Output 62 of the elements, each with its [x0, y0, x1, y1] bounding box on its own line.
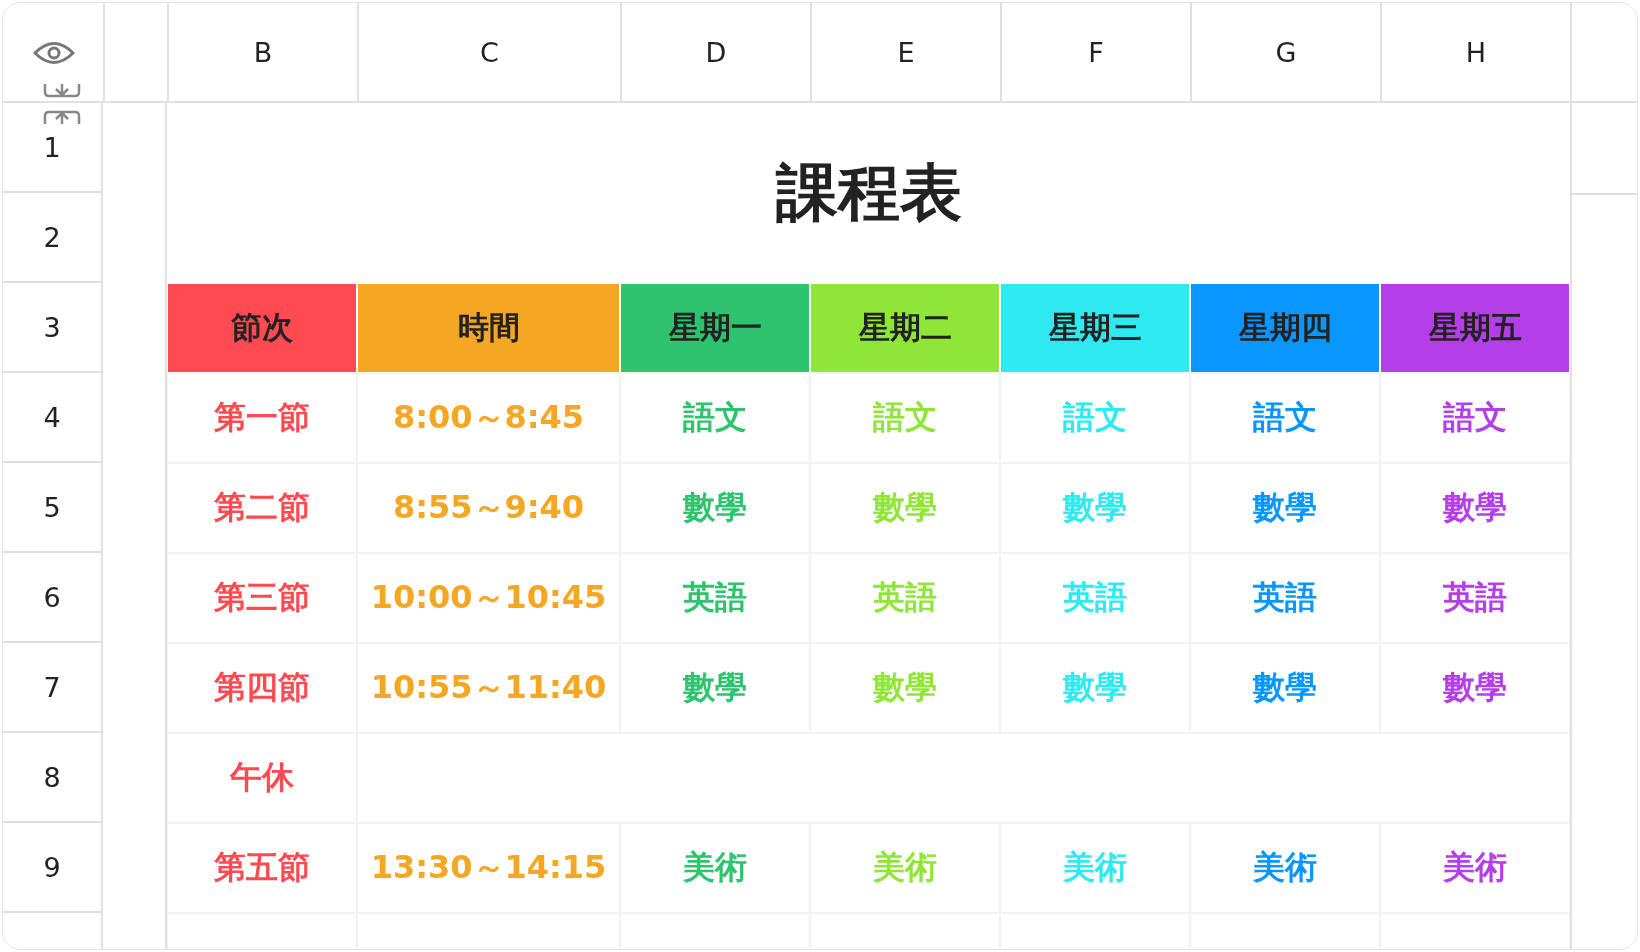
- period-label: 第四節: [214, 667, 310, 708]
- subject-label: 語文: [1443, 397, 1507, 438]
- subject-label: 數學: [1253, 667, 1317, 708]
- column-header[interactable]: H: [1382, 3, 1572, 101]
- period-label: 第一節: [214, 397, 310, 438]
- row-header[interactable]: 1: [3, 103, 103, 193]
- row-header[interactable]: 6: [3, 553, 103, 643]
- row-header[interactable]: 5: [3, 463, 103, 553]
- time-range: 10:55～11:40: [370, 667, 607, 708]
- subject-label: 英語: [683, 577, 747, 618]
- row-header[interactable]: 7: [3, 643, 103, 733]
- time-range: 13:30～14:15: [370, 847, 607, 888]
- row-header[interactable]: 9: [3, 823, 103, 913]
- row-header[interactable]: 2: [3, 193, 103, 283]
- row-header[interactable]: 4: [3, 373, 103, 463]
- subject-label: 美術: [1443, 847, 1507, 888]
- subject-label: 美術: [1063, 847, 1127, 888]
- time-range: 8:00～8:45: [392, 397, 585, 438]
- subject-label: 英語: [1443, 577, 1507, 618]
- period-label: 第二節: [214, 487, 310, 528]
- subject-label: 數學: [683, 667, 747, 708]
- subject-label: 美術: [873, 847, 937, 888]
- subject-label: 數學: [1253, 487, 1317, 528]
- table-header-cell: 星期四: [1190, 283, 1380, 373]
- row-header[interactable]: 8: [3, 733, 103, 823]
- subject-label: 英語: [1253, 577, 1317, 618]
- subject-label: 數學: [683, 487, 747, 528]
- subject-label: 數學: [1443, 487, 1507, 528]
- table-header-cell: 節次: [167, 283, 357, 373]
- subject-label: 數學: [873, 667, 937, 708]
- table-header-cell: 時間: [357, 283, 620, 373]
- subject-label: 語文: [1253, 397, 1317, 438]
- period-label: 第五節: [214, 847, 310, 888]
- column-header[interactable]: C: [359, 3, 622, 101]
- sheet-title: 課程表: [775, 155, 962, 231]
- column-header[interactable]: G: [1192, 3, 1382, 101]
- subject-label: 數學: [1063, 667, 1127, 708]
- break-label: 午休: [230, 757, 294, 798]
- table-header-cell: 星期五: [1380, 283, 1570, 373]
- subject-label: 數學: [1443, 667, 1507, 708]
- period-label: 第三節: [214, 577, 310, 618]
- table-header-cell: 星期二: [810, 283, 1000, 373]
- subject-label: 美術: [1253, 847, 1317, 888]
- time-range: 8:55～9:40: [392, 487, 585, 528]
- column-header[interactable]: F: [1002, 3, 1192, 101]
- subject-label: 美術: [683, 847, 747, 888]
- subject-label: 語文: [683, 397, 747, 438]
- column-header[interactable]: E: [812, 3, 1002, 101]
- subject-label: 數學: [873, 487, 937, 528]
- subject-label: 語文: [1063, 397, 1127, 438]
- row-header[interactable]: 3: [3, 283, 103, 373]
- column-header[interactable]: D: [622, 3, 812, 101]
- table-header-cell: 星期三: [1000, 283, 1190, 373]
- subject-label: 語文: [873, 397, 937, 438]
- subject-label: 英語: [1063, 577, 1127, 618]
- table-header-cell: 星期一: [620, 283, 810, 373]
- subject-label: 數學: [1063, 487, 1127, 528]
- subject-label: 英語: [873, 577, 937, 618]
- eye-icon[interactable]: [33, 40, 75, 66]
- column-header[interactable]: B: [169, 3, 359, 101]
- collapse-rows-icon[interactable]: [42, 83, 82, 125]
- time-range: 10:00～10:45: [370, 577, 607, 618]
